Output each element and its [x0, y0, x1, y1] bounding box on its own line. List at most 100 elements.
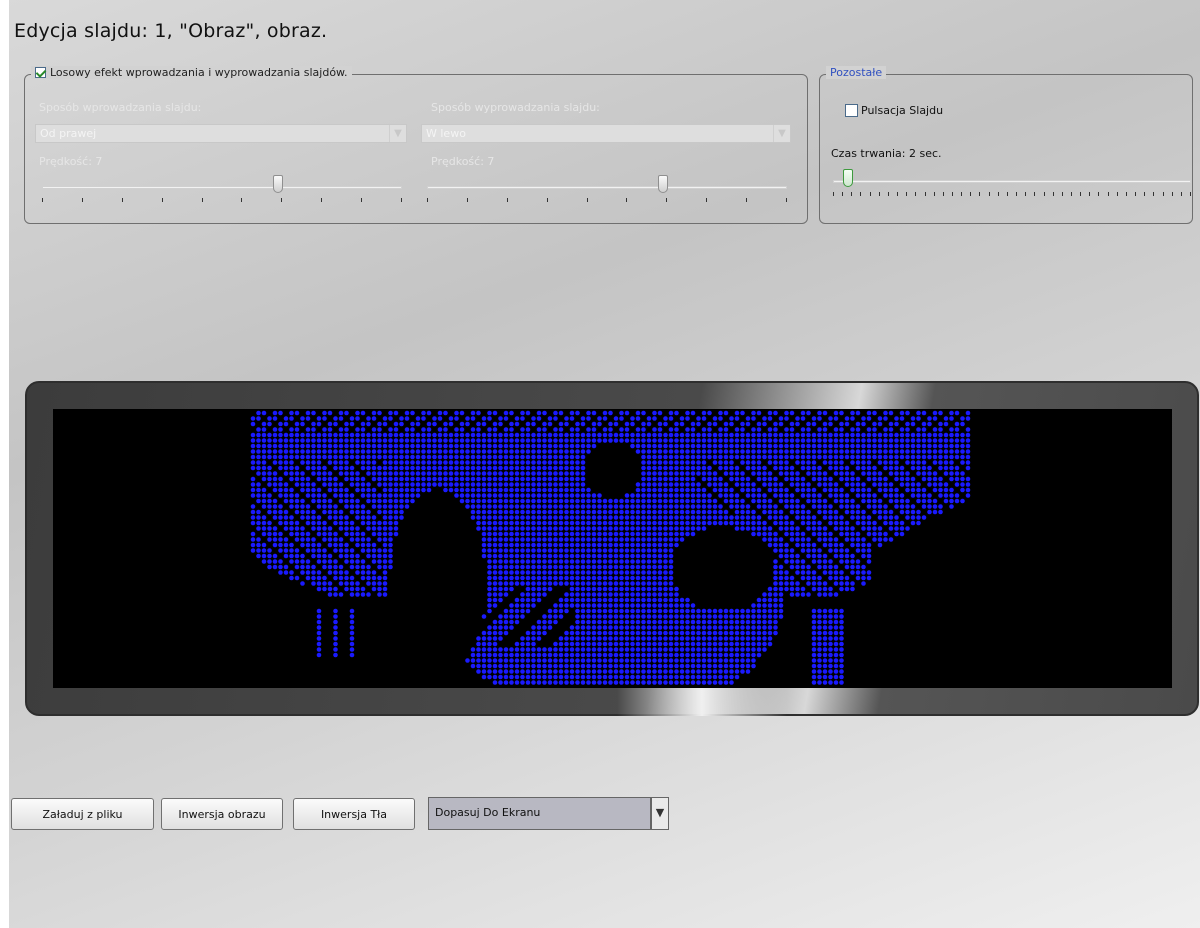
- led-pixel: [602, 509, 608, 515]
- led-pixel: [822, 581, 828, 586]
- led-pixel: [778, 416, 784, 421]
- led-pixel: [734, 515, 740, 520]
- led-pixel: [751, 614, 756, 619]
- out-speed-thumb[interactable]: [658, 175, 668, 193]
- led-pixel: [487, 482, 492, 487]
- led-pixel: [597, 663, 602, 669]
- duration-slider[interactable]: [833, 169, 1191, 196]
- led-pixel: [784, 427, 789, 432]
- out-speed-ticks: [427, 198, 787, 203]
- led-pixel: [690, 515, 696, 520]
- led-pixel: [487, 416, 492, 421]
- led-pixel: [888, 427, 894, 432]
- led-pixel: [553, 482, 558, 487]
- led-pixel: [817, 520, 822, 526]
- led-pixel: [811, 625, 817, 630]
- led-pixel: [597, 520, 602, 526]
- led-pixel: [547, 416, 553, 421]
- led-pixel: [762, 476, 767, 482]
- led-pixel: [657, 647, 663, 652]
- led-pixel: [459, 438, 465, 443]
- in-transition-value: Od prawej: [40, 127, 97, 140]
- led-pixel: [355, 410, 360, 416]
- load-from-file-button[interactable]: Załaduj z pliku: [11, 798, 154, 830]
- led-pixel: [349, 465, 355, 471]
- led-pixel: [503, 575, 509, 581]
- led-pixel: [778, 608, 784, 614]
- in-speed-slider[interactable]: [42, 175, 402, 202]
- out-transition-select[interactable]: W lewo ▼: [421, 124, 791, 143]
- led-display-screen: [53, 409, 1172, 688]
- led-pixel: [844, 432, 850, 438]
- led-pixel: [597, 630, 602, 636]
- led-pixel: [756, 597, 762, 603]
- led-pixel: [580, 421, 586, 427]
- led-pixel: [338, 515, 344, 520]
- out-speed-track: [427, 186, 787, 189]
- led-pixel: [459, 493, 465, 498]
- led-pixel: [294, 427, 300, 432]
- led-pixel: [624, 614, 630, 619]
- led-pixel: [492, 432, 498, 438]
- led-pixel: [465, 471, 470, 476]
- led-pixel: [762, 498, 767, 504]
- led-pixel: [498, 449, 503, 454]
- random-effect-toggle[interactable]: Losowy efekt wprowadzania i wyprowadzani…: [31, 66, 352, 79]
- random-effect-checkbox[interactable]: [35, 67, 46, 78]
- invert-background-button[interactable]: Inwersja Tła: [293, 798, 415, 830]
- led-pixel: [613, 669, 619, 674]
- led-pixel: [393, 449, 399, 454]
- fit-mode-dropdown-button[interactable]: ▼: [651, 797, 669, 830]
- led-pixel: [811, 581, 817, 586]
- led-pixel: [399, 438, 404, 443]
- out-speed-slider[interactable]: [427, 175, 787, 203]
- led-pixel: [635, 669, 641, 674]
- led-pixel: [806, 542, 811, 548]
- led-pixel: [289, 438, 294, 443]
- led-pixel: [663, 443, 668, 449]
- led-pixel: [822, 537, 828, 542]
- in-transition-select[interactable]: Od prawej ▼: [35, 124, 407, 143]
- led-pixel: [756, 460, 762, 465]
- led-pixel: [360, 465, 366, 471]
- led-pixel: [289, 548, 294, 553]
- led-pixel: [663, 592, 668, 597]
- led-pixel: [679, 471, 685, 476]
- led-pixel: [932, 416, 938, 421]
- led-pixel: [630, 542, 635, 548]
- led-pixel: [745, 614, 751, 619]
- led-pixel: [377, 465, 382, 471]
- led-pixel: [817, 652, 822, 658]
- led-pixel: [261, 438, 267, 443]
- led-pixel: [646, 663, 652, 669]
- led-pixel: [591, 663, 597, 669]
- led-pixel: [586, 603, 591, 608]
- led-pixel: [580, 575, 586, 581]
- led-pixel: [723, 487, 729, 493]
- led-pixel: [366, 432, 371, 438]
- led-pixel: [586, 515, 591, 520]
- fit-mode-select[interactable]: Dopasuj Do Ekranu: [428, 797, 651, 830]
- led-pixel: [553, 608, 558, 614]
- duration-thumb[interactable]: [843, 169, 853, 187]
- led-pixel: [850, 487, 855, 493]
- led-pixel: [531, 526, 536, 531]
- led-pixel: [806, 493, 811, 498]
- led-pixel: [305, 537, 311, 542]
- pulse-checkbox[interactable]: [845, 104, 858, 117]
- pulse-toggle[interactable]: Pulsacja Slajdu: [845, 104, 943, 117]
- led-pixel: [877, 504, 883, 509]
- led-pixel: [256, 487, 261, 493]
- led-pixel: [839, 449, 844, 454]
- led-pixel: [608, 674, 613, 680]
- led-pixel: [734, 493, 740, 498]
- led-pixel: [536, 460, 542, 465]
- led-pixel: [591, 603, 597, 608]
- invert-image-button[interactable]: Inwersja obrazu: [161, 798, 283, 830]
- led-pixel: [839, 454, 844, 460]
- in-speed-thumb[interactable]: [273, 175, 283, 193]
- led-pixel: [272, 482, 278, 487]
- led-pixel: [267, 416, 272, 421]
- led-pixel: [751, 460, 756, 465]
- slider-tick: [241, 198, 242, 202]
